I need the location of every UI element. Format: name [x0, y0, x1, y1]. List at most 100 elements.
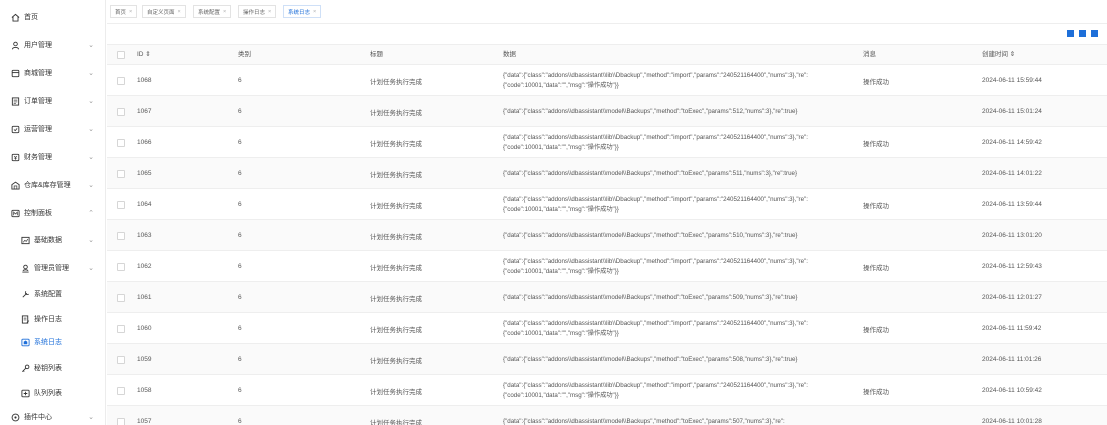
column-header-message: 消息: [863, 51, 876, 58]
chevron-down-icon: ⌄: [88, 154, 94, 161]
sidebar-item-shop[interactable]: 商城管理 ⌄: [0, 66, 106, 80]
cell-created-time: 2024-06-11 13:59:44: [982, 201, 1042, 208]
cell-id: 1057: [137, 418, 152, 425]
close-icon[interactable]: ×: [268, 9, 271, 15]
cell-title: 计划任务执行完成: [370, 326, 422, 334]
tab-home[interactable]: 首页 ×: [110, 5, 138, 18]
cell-created-time: 2024-06-11 10:01:28: [982, 418, 1042, 425]
table-row[interactable]: 1058 6 计划任务执行完成 {"data":{"class":"addons\\d…: [107, 375, 1107, 406]
table-row[interactable]: 1064 6 计划任务执行完成 {"data":{"class":"addons\\d…: [107, 189, 1107, 220]
cell-id: 1064: [137, 201, 152, 208]
row-checkbox[interactable]: [117, 355, 125, 364]
row-select-cell: [117, 158, 125, 189]
columns-filter-button[interactable]: [1067, 30, 1074, 37]
sidebar-item-system-config[interactable]: 系统配置: [0, 287, 106, 301]
cell-title: 计划任务执行完成: [370, 78, 422, 86]
cell-data: {"data":{"class":"addons\\dbassistant\\l…: [503, 257, 808, 275]
cell-data: {"data":{"class":"addons\\dbassistant\\l…: [503, 195, 808, 213]
close-icon[interactable]: ×: [313, 9, 316, 15]
sidebar-item-label: 仓库&库存管理: [24, 182, 71, 189]
row-checkbox[interactable]: [117, 138, 125, 147]
row-checkbox[interactable]: [117, 76, 125, 85]
row-checkbox[interactable]: [117, 324, 125, 333]
cell-message: 操作成功: [863, 326, 889, 334]
cell-title: 计划任务执行完成: [370, 202, 422, 210]
queue-icon: [20, 388, 30, 398]
row-checkbox[interactable]: [117, 169, 125, 178]
row-checkbox[interactable]: [117, 107, 125, 116]
cell-type: 6: [238, 139, 242, 146]
cell-data: {"data":{"class":"addons\\dbassistant\\m…: [503, 231, 798, 239]
cell-id: 1060: [137, 325, 152, 332]
sidebar-item-users[interactable]: 用户管理 ⌄: [0, 38, 106, 52]
close-icon[interactable]: ×: [129, 9, 132, 15]
sidebar-item-operations[interactable]: 运营管理 ⌄: [0, 122, 106, 136]
row-checkbox[interactable]: [117, 200, 125, 209]
row-select-cell: [117, 220, 125, 251]
log-icon: [20, 314, 30, 324]
cell-title: 计划任务执行完成: [370, 109, 422, 117]
sidebar-item-queues[interactable]: 队列列表: [0, 386, 106, 400]
warehouse-icon: [10, 180, 20, 190]
sidebar-item-label: 秘钥列表: [34, 365, 62, 372]
sidebar-item-orders[interactable]: 订单管理 ⌄: [0, 94, 106, 108]
close-icon[interactable]: ×: [178, 9, 181, 15]
tab-custom-page[interactable]: 自定义页面 ×: [142, 5, 186, 18]
cell-data: {"data":{"class":"addons\\dbassistant\\l…: [503, 71, 808, 89]
table-row[interactable]: 1057 6 计划任务执行完成 {"data":{"class":"addons\\d…: [107, 406, 1107, 425]
system-log-icon: [20, 337, 30, 347]
column-header-created-time[interactable]: 创建时间 ⇕: [982, 45, 1015, 65]
export-button[interactable]: [1079, 30, 1086, 37]
tab-bar: 首页 × 自定义页面 × 系统配置 × 操作日志 × 系统日志 ×: [107, 0, 1107, 24]
row-checkbox[interactable]: [117, 293, 125, 302]
cell-message: 操作成功: [863, 388, 889, 396]
cell-title: 计划任务执行完成: [370, 357, 422, 365]
column-header-id[interactable]: ID ⇕: [137, 45, 151, 65]
table-row[interactable]: 1061 6 计划任务执行完成 {"data":{"class":"addons\\d…: [107, 282, 1107, 313]
cell-created-time: 2024-06-11 13:01:20: [982, 232, 1042, 239]
row-select-cell: [117, 127, 125, 158]
sidebar-item-basic-data[interactable]: 基础数据 ⌄: [0, 233, 106, 247]
cell-type: 6: [238, 294, 242, 301]
cell-type: 6: [238, 108, 242, 115]
sidebar: 首页 用户管理 ⌄ 商城管理 ⌄ 订单管理 ⌄ 运营管理 ⌄ 财务管理 ⌄ 仓库…: [0, 0, 106, 425]
row-select-cell: [117, 313, 125, 344]
table-row[interactable]: 1063 6 计划任务执行完成 {"data":{"class":"addons\\d…: [107, 220, 1107, 251]
sidebar-item-control-panel[interactable]: 控制面板 ⌃: [0, 206, 106, 220]
cell-data: {"data":{"class":"addons\\dbassistant\\l…: [503, 133, 808, 151]
sidebar-item-admins[interactable]: 管理员管理 ⌄: [0, 261, 106, 275]
cell-title: 计划任务执行完成: [370, 388, 422, 396]
sidebar-item-system-log[interactable]: 系统日志: [0, 335, 106, 349]
table-row[interactable]: 1059 6 计划任务执行完成 {"data":{"class":"addons\\d…: [107, 344, 1107, 375]
row-select-cell: [117, 251, 125, 282]
table-row[interactable]: 1065 6 计划任务执行完成 {"data":{"class":"addons\\d…: [107, 158, 1107, 189]
tab-label: 操作日志: [243, 9, 266, 16]
sidebar-item-keys[interactable]: 秘钥列表: [0, 361, 106, 375]
row-checkbox[interactable]: [117, 417, 125, 425]
sidebar-item-home[interactable]: 首页: [0, 10, 106, 24]
table-row[interactable]: 1060 6 计划任务执行完成 {"data":{"class":"addons\\d…: [107, 313, 1107, 344]
sidebar-item-operation-log[interactable]: 操作日志: [0, 312, 106, 326]
chevron-up-icon: ⌃: [88, 210, 94, 217]
cell-type: 6: [238, 325, 242, 332]
print-button[interactable]: [1091, 30, 1098, 37]
row-checkbox[interactable]: [117, 262, 125, 271]
cell-created-time: 2024-06-11 10:59:42: [982, 387, 1042, 394]
chart-icon: [20, 235, 30, 245]
tab-system-config[interactable]: 系统配置 ×: [193, 5, 232, 18]
table-row[interactable]: 1062 6 计划任务执行完成 {"data":{"class":"addons\\d…: [107, 251, 1107, 282]
table-row[interactable]: 1066 6 计划任务执行完成 {"data":{"class":"addons\\d…: [107, 127, 1107, 158]
close-icon[interactable]: ×: [223, 9, 226, 15]
table-row[interactable]: 1068 6 计划任务执行完成 {"data":{"class":"addons\\d…: [107, 65, 1107, 96]
sidebar-item-finance[interactable]: 财务管理 ⌄: [0, 150, 106, 164]
tab-label: 系统配置: [198, 9, 221, 16]
tab-system-log[interactable]: 系统日志 ×: [283, 5, 322, 18]
tab-operation-log[interactable]: 操作日志 ×: [238, 5, 277, 18]
row-checkbox[interactable]: [117, 231, 125, 240]
cell-created-time: 2024-06-11 14:59:42: [982, 139, 1042, 146]
sidebar-item-plugins[interactable]: 插件中心 ⌄: [0, 410, 106, 424]
sidebar-item-warehouse[interactable]: 仓库&库存管理 ⌄: [0, 178, 106, 192]
row-checkbox[interactable]: [117, 386, 125, 395]
select-all-checkbox[interactable]: [117, 51, 125, 59]
table-row[interactable]: 1067 6 计划任务执行完成 {"data":{"class":"addons\\d…: [107, 96, 1107, 127]
